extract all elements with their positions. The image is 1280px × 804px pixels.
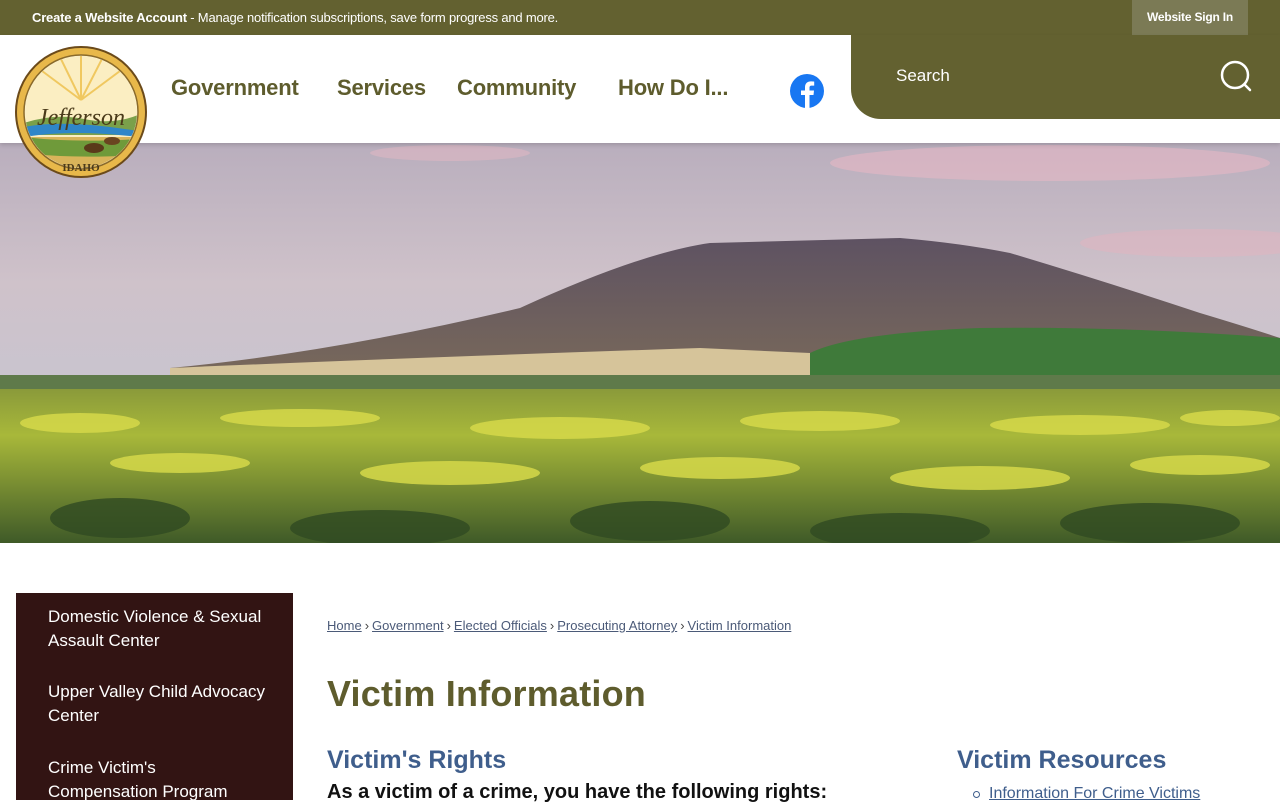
victims-rights-heading: Victim's Rights [327,746,507,774]
breadcrumb-prosecuting-attorney[interactable]: Prosecuting Attorney [557,618,677,633]
sidebar-item-domestic-violence[interactable]: Domestic Violence & Sexual Assault Cente… [48,605,268,653]
breadcrumb-victim-information[interactable]: Victim Information [688,618,792,633]
create-account-link[interactable]: Create a Website Account [32,10,187,25]
breadcrumb-home[interactable]: Home [327,618,362,633]
breadcrumb-separator: › [446,618,451,633]
facebook-icon[interactable] [790,74,824,108]
breadcrumb-government[interactable]: Government [372,618,444,633]
sidebar-item-child-advocacy[interactable]: Upper Valley Child Advocacy Center [48,680,268,728]
breadcrumb-separator: › [364,618,370,633]
website-sign-in-button[interactable]: Website Sign In [1132,0,1248,35]
svg-text:Jefferson: Jefferson [37,105,125,131]
search-input[interactable] [896,63,1196,89]
victim-resources-heading: Victim Resources [957,746,1167,774]
victims-rights-intro: As a victim of a crime, you have the fol… [327,781,828,803]
resource-link-crime-victims[interactable]: Information For Crime Victims [989,785,1200,802]
nav-how-do-i[interactable]: How Do I... [618,75,728,101]
breadcrumb-separator: › [680,618,685,633]
search-icon[interactable] [1219,59,1255,95]
page-title: Victim Information [327,673,646,714]
breadcrumb: Home › Government › Elected Officials › Prosec… [327,618,791,633]
nav-government[interactable]: Government [171,75,299,101]
account-message: Create a Website Account - Manage notifi… [32,10,558,25]
nav-community[interactable]: Community [457,75,576,101]
breadcrumb-elected-officials[interactable]: Elected Officials [454,618,547,633]
nav-services[interactable]: Services [337,75,426,101]
jefferson-county-seal-icon[interactable]: Jefferson IDAHO [14,45,148,179]
bullet-icon [973,791,980,798]
search-bar [851,35,1280,119]
list-item: Information For Crime Victims [973,785,1200,803]
breadcrumb-separator: › [549,618,555,633]
sidebar-item-victim-compensation[interactable]: Crime Victim's Compensation Program [48,756,268,804]
hero-image [0,143,1280,543]
svg-text:IDAHO: IDAHO [62,162,100,174]
sidebar-nav: Domestic Violence & Sexual Assault Cente… [16,593,293,801]
account-description: - Manage notification subscriptions, sav… [186,10,559,25]
top-bar: Create a Website Account - Manage notifi… [0,0,1280,35]
